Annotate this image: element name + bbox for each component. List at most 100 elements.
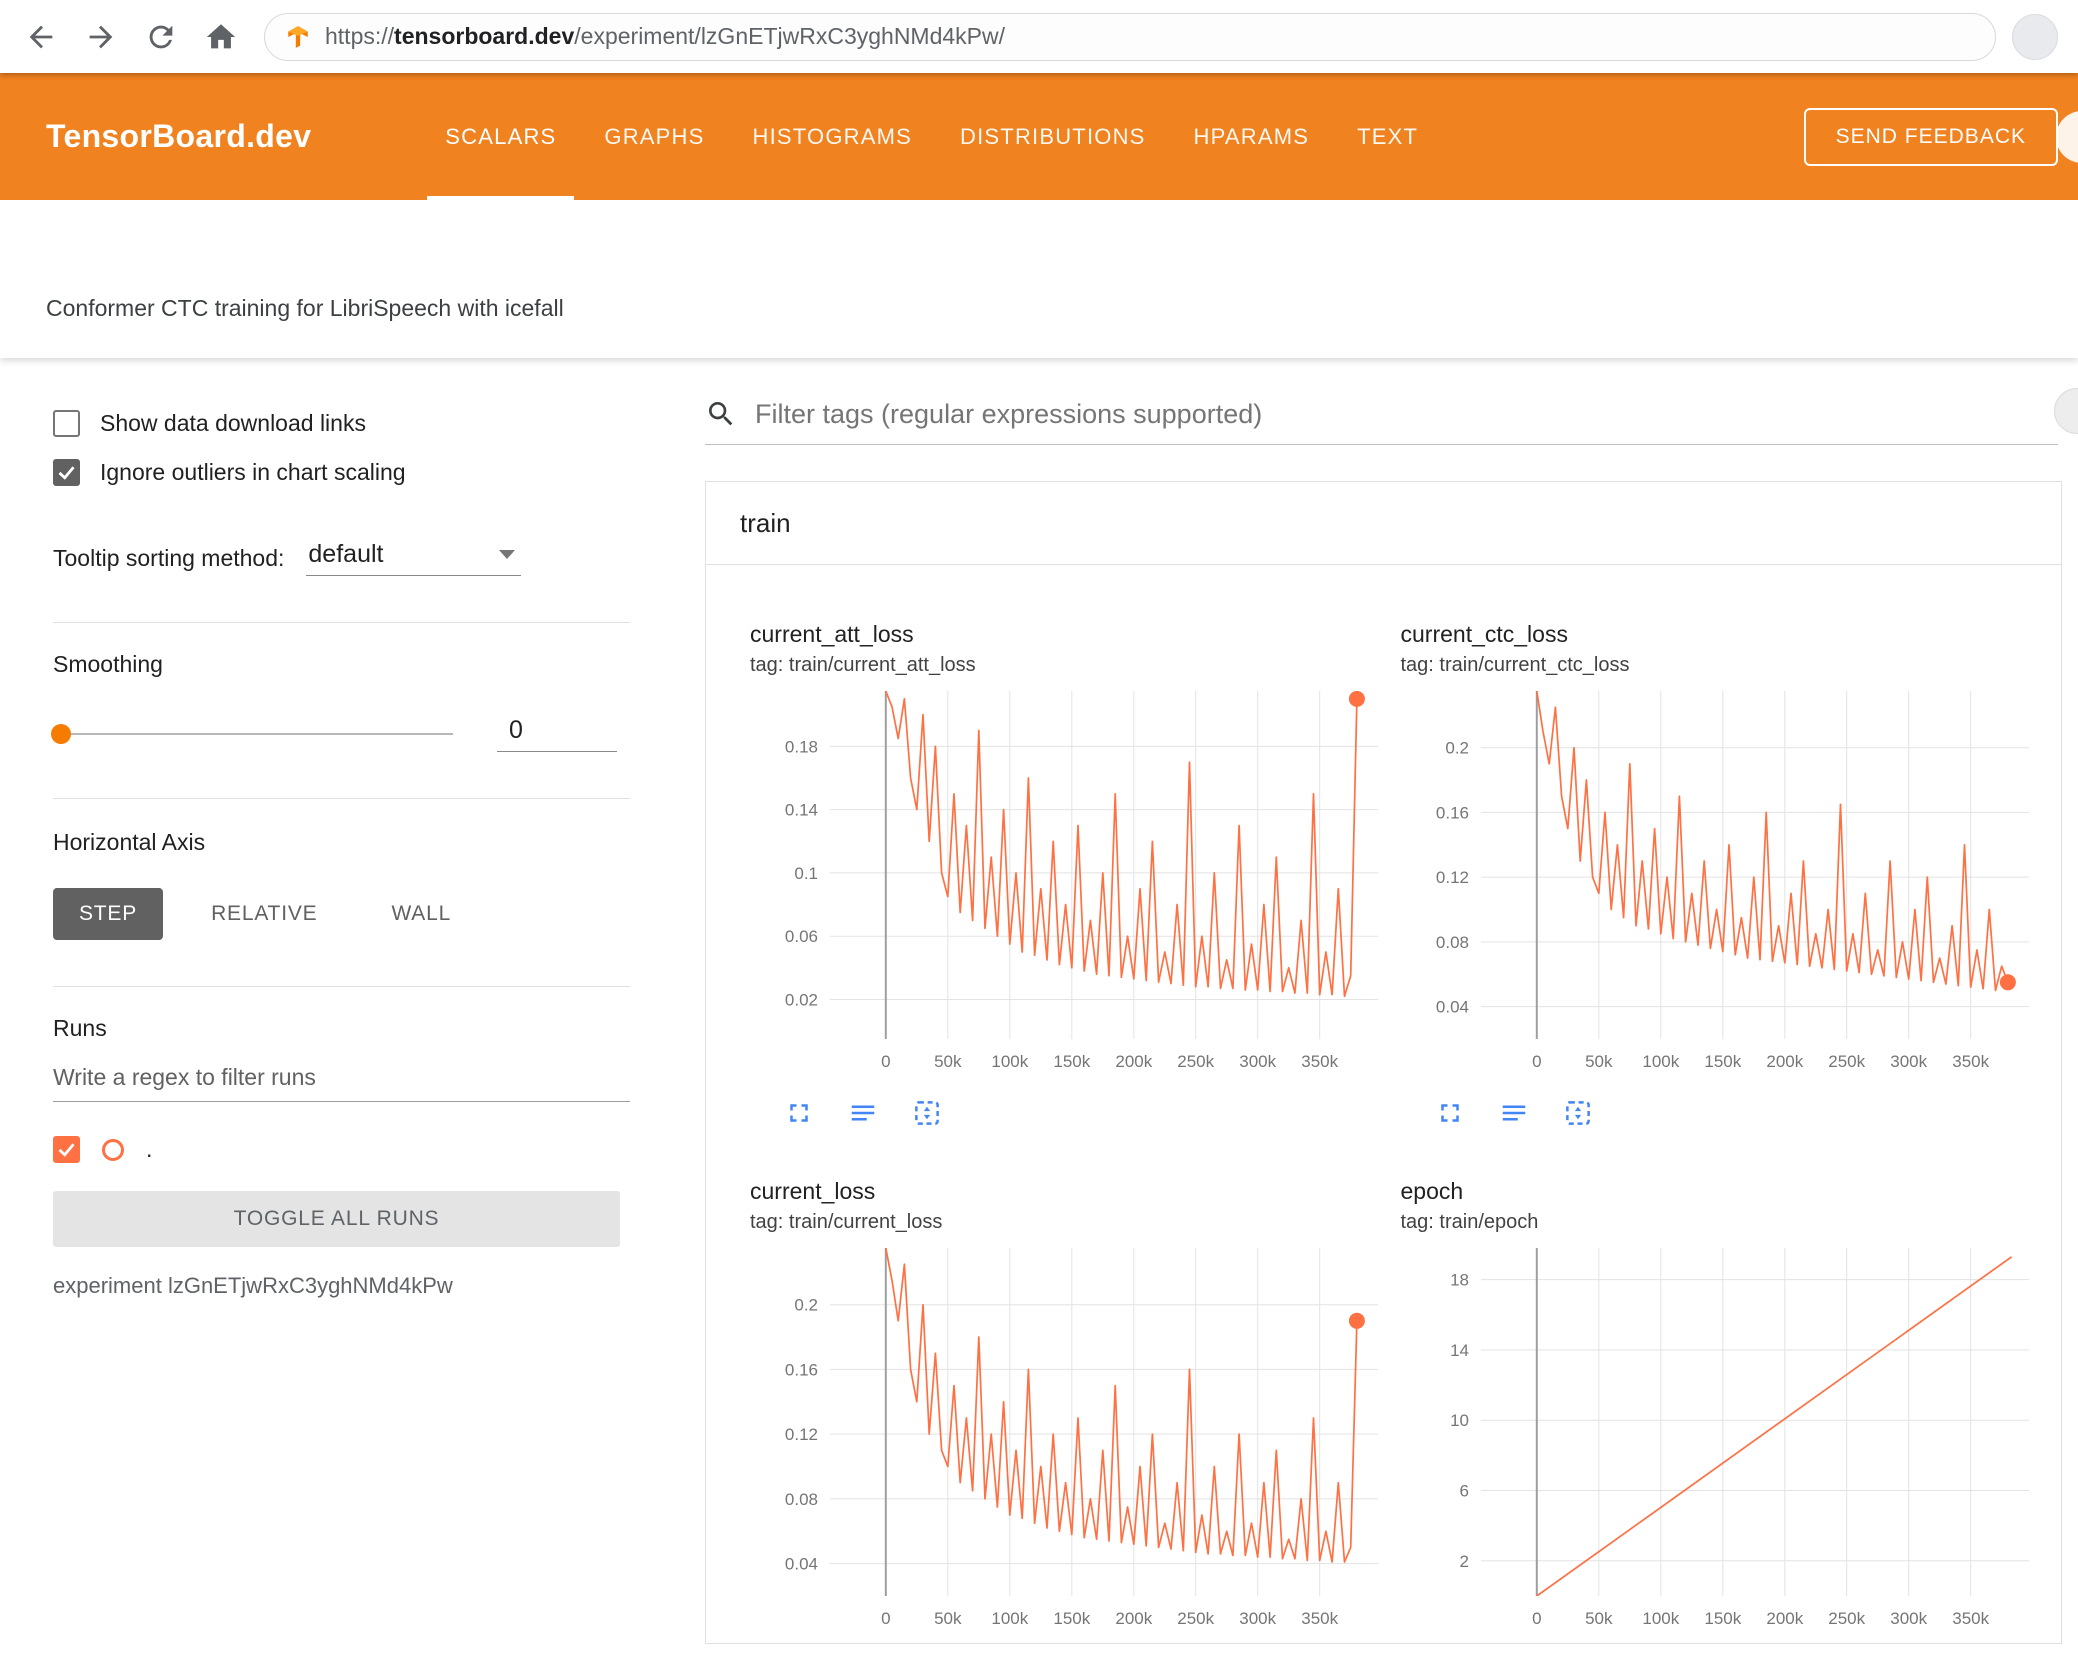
ignore-outliers-label: Ignore outliers in chart scaling (100, 459, 406, 485)
fullscreen-icon[interactable] (784, 1098, 814, 1128)
line-chart[interactable]: 0.04 0.08 0.12 0.16 0.2 0 50k 100k 150k 200k 250k 3… (1401, 681, 2052, 1086)
svg-text:0: 0 (1532, 1609, 1541, 1628)
svg-text:350k: 350k (1952, 1609, 1989, 1628)
chart-current-att-loss: current_att_loss tag: train/current_att_… (750, 621, 1401, 1128)
smoothing-slider-thumb[interactable] (51, 724, 71, 744)
step-button[interactable]: STEP (53, 888, 164, 940)
svg-text:6: 6 (1459, 1482, 1468, 1501)
experiment-title-bar: Conformer CTC training for LibriSpeech w… (0, 200, 2078, 358)
svg-text:250k: 250k (1177, 1052, 1214, 1071)
tab-hparams[interactable]: HPARAMS (1170, 73, 1334, 200)
svg-text:0.2: 0.2 (1445, 739, 1469, 758)
svg-text:250k: 250k (1828, 1052, 1865, 1071)
chevron-down-icon (499, 550, 516, 559)
home-icon[interactable] (204, 20, 238, 54)
back-icon[interactable] (24, 20, 58, 54)
svg-text:0.16: 0.16 (1435, 803, 1468, 822)
runs-filter-input[interactable] (53, 1064, 630, 1091)
run-checkbox[interactable] (53, 1136, 80, 1163)
experiment-title: Conformer CTC training for LibriSpeech w… (46, 295, 564, 321)
svg-text:200k: 200k (1766, 1052, 1803, 1071)
content: Show data download links Ignore outliers… (0, 358, 2078, 1666)
chart-toolbar (1435, 1098, 2052, 1128)
svg-text:0.06: 0.06 (785, 927, 818, 946)
experiment-caption: experiment lzGnETjwRxC3yghNMd4kPw (53, 1273, 453, 1298)
svg-text:350k: 350k (1301, 1609, 1338, 1628)
fit-domain-icon[interactable] (912, 1098, 942, 1128)
chart-title: current_att_loss (750, 621, 914, 647)
run-row: . (53, 1136, 630, 1163)
run-selector-icon[interactable] (1499, 1098, 1529, 1128)
svg-text:50k: 50k (1585, 1052, 1613, 1071)
tag-filter-input[interactable] (755, 398, 2058, 430)
tab-scalars[interactable]: SCALARS (421, 73, 580, 200)
train-card-header[interactable]: train (706, 482, 2061, 565)
reload-icon[interactable] (144, 20, 178, 54)
svg-text:350k: 350k (1952, 1052, 1989, 1071)
search-icon (709, 402, 733, 426)
tensorboard-logo-icon (285, 24, 311, 50)
tooltip-sorting-dropdown[interactable]: default (306, 538, 522, 576)
tab-text[interactable]: TEXT (1333, 73, 1442, 200)
svg-text:0.08: 0.08 (1435, 933, 1468, 952)
wall-button[interactable]: WALL (365, 888, 477, 940)
browser-toolbar: https://tensorboard.dev/experiment/lzGnE… (0, 0, 2078, 73)
nav-tabs: SCALARS GRAPHS HISTOGRAMS DISTRIBUTIONS … (421, 73, 1442, 200)
toggle-all-runs-button[interactable]: TOGGLE ALL RUNS (53, 1191, 620, 1247)
svg-text:100k: 100k (991, 1052, 1028, 1071)
url-bar[interactable]: https://tensorboard.dev/experiment/lzGnE… (264, 12, 1996, 61)
svg-text:14: 14 (1450, 1341, 1469, 1360)
tab-histograms[interactable]: HISTOGRAMS (729, 73, 937, 200)
forward-icon[interactable] (84, 20, 118, 54)
chart-tag: tag: train/current_loss (750, 1211, 943, 1233)
tag-filter (705, 398, 2058, 445)
svg-text:0.14: 0.14 (785, 801, 818, 820)
train-group-label: train (740, 507, 791, 538)
line-chart[interactable]: 2 6 10 14 18 0 50k 100k 150k 200k 250k 300k 350k (1401, 1238, 2052, 1643)
chart-tag: tag: train/current_ctc_loss (1400, 654, 1630, 676)
relative-button[interactable]: RELATIVE (185, 888, 343, 940)
svg-text:0: 0 (881, 1052, 890, 1071)
chart-tag: tag: train/epoch (1400, 1211, 1539, 1233)
tab-graphs[interactable]: GRAPHS (580, 73, 728, 200)
svg-text:0.04: 0.04 (1435, 998, 1468, 1017)
show-download-checkbox[interactable] (53, 410, 80, 437)
svg-text:150k: 150k (1053, 1052, 1090, 1071)
svg-text:2: 2 (1459, 1552, 1468, 1571)
chart-tag: tag: train/current_att_loss (750, 654, 976, 676)
svg-text:50k: 50k (1585, 1609, 1613, 1628)
svg-text:0.18: 0.18 (785, 737, 818, 756)
horizontal-axis-buttons: STEP RELATIVE WALL (53, 888, 630, 940)
fullscreen-icon[interactable] (1435, 1098, 1465, 1128)
svg-text:0.12: 0.12 (1435, 868, 1468, 887)
svg-text:50k: 50k (934, 1609, 962, 1628)
fit-domain-icon[interactable] (1563, 1098, 1593, 1128)
smoothing-label: Smoothing (53, 651, 163, 677)
line-chart[interactable]: 0.02 0.06 0.1 0.14 0.18 0 50k 100k 150k 200k 250k 3… (750, 681, 1401, 1086)
smoothing-slider[interactable] (51, 724, 453, 744)
browser-avatar[interactable] (2012, 13, 2058, 60)
smoothing-slider-row: 0 (51, 716, 630, 752)
svg-text:10: 10 (1450, 1411, 1469, 1430)
ignore-outliers-checkbox[interactable] (53, 459, 80, 486)
svg-text:150k: 150k (1053, 1609, 1090, 1628)
charts-grid: current_att_loss tag: train/current_att_… (706, 565, 2061, 1643)
line-chart[interactable]: 0.04 0.08 0.12 0.16 0.2 0 50k 100k 150k 200k 250k 3… (750, 1238, 1401, 1643)
account-avatar[interactable] (2056, 110, 2078, 163)
chart-title: epoch (1400, 1178, 1464, 1204)
ignore-outliers-row: Ignore outliers in chart scaling (53, 459, 630, 486)
svg-text:100k: 100k (1642, 1052, 1679, 1071)
tooltip-sorting-value: default (308, 540, 384, 568)
run-name: . (146, 1136, 153, 1162)
app-header: TensorBoard.dev SCALARS GRAPHS HISTOGRAM… (0, 73, 2078, 200)
svg-text:200k: 200k (1766, 1609, 1803, 1628)
send-feedback-button[interactable]: SEND FEEDBACK (1803, 107, 2058, 166)
run-selector-icon[interactable] (848, 1098, 878, 1128)
svg-text:0.12: 0.12 (785, 1425, 818, 1444)
tab-distributions[interactable]: DISTRIBUTIONS (936, 73, 1170, 200)
smoothing-value-input[interactable]: 0 (497, 716, 617, 752)
chart-current-loss: current_loss tag: train/current_loss 0.0… (750, 1178, 1401, 1643)
svg-text:350k: 350k (1301, 1052, 1338, 1071)
svg-text:0.04: 0.04 (785, 1555, 818, 1574)
divider (53, 622, 630, 623)
